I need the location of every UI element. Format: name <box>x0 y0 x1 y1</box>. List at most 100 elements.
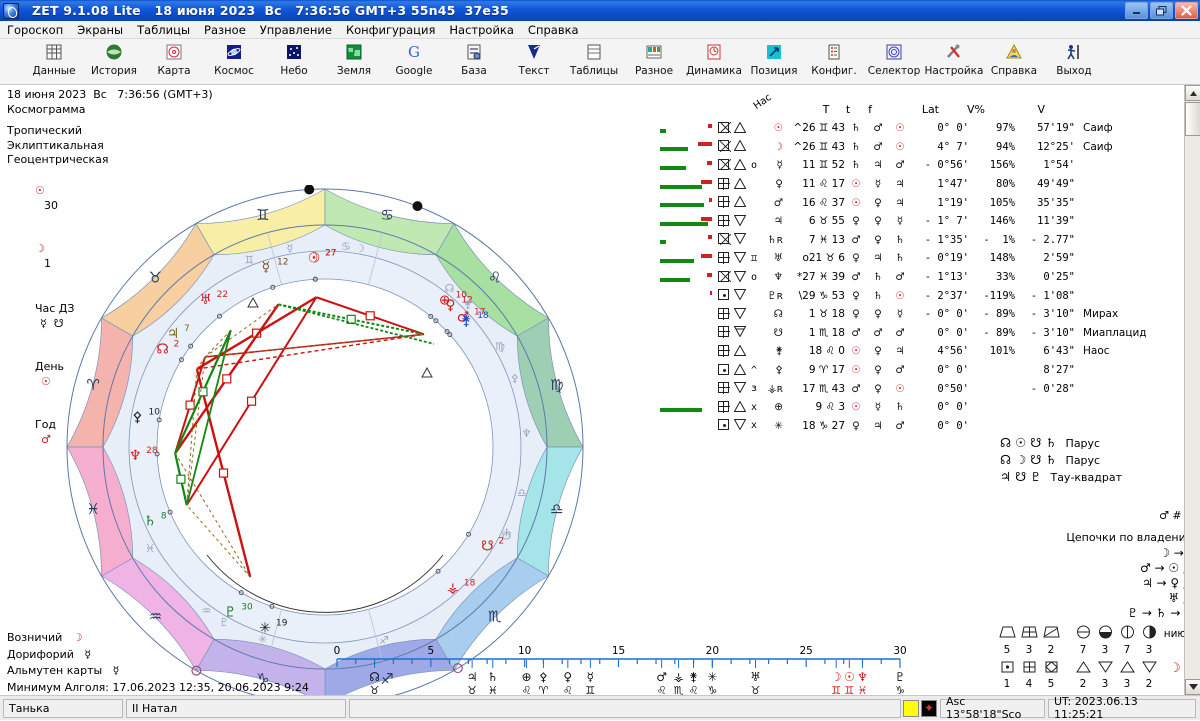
dispositor-chain-row: ♃ → ♀ ⤴ <box>1141 576 1195 590</box>
taskbar-item-natal[interactable]: II Натал <box>126 698 346 718</box>
outer-ring-glyph: ☊ <box>444 282 454 295</box>
menu-item-goroskop[interactable]: Гороскоп <box>0 22 70 38</box>
ruler-planet-marker[interactable]: ✳♑ <box>707 670 717 697</box>
toolbar-button-chart-wheel[interactable]: Карта <box>144 39 204 83</box>
figure-name: Тау-квадрат <box>1050 471 1123 484</box>
table-row[interactable]: ɜ ⚶ʀ 17 ♏ 43 ♂ ♀ ☉ 0°50' - 0'28" <box>660 379 1155 398</box>
toolbar-button-tables[interactable]: Таблицы <box>564 39 624 83</box>
aspect-direction-icon <box>732 289 747 302</box>
toolbar-button-help-person[interactable]: Справка <box>984 39 1044 83</box>
ruler-planet-marker[interactable]: ⚶♏ <box>673 670 683 697</box>
toolbar-button-text-pen[interactable]: Текст <box>504 39 564 83</box>
table-row[interactable]: x ✳ 18 ♑ 27 ♀ ♃ ♂ 0° 0' <box>660 417 1155 436</box>
toolbar-button-settings-tools[interactable]: Настройка <box>924 39 984 83</box>
latitude-value: - 0°56' <box>924 159 969 172</box>
ruler-planet-marker[interactable]: ☊♉ <box>369 670 380 697</box>
toolbar-button-label: Справка <box>990 65 1038 77</box>
ruler-planet-marker[interactable]: ⚴♈ <box>538 670 548 697</box>
menu-item-raznoe[interactable]: Разное <box>197 22 253 38</box>
scroll-down-button[interactable] <box>1185 679 1200 695</box>
planet-position: o21 ♉ 6 <box>802 252 845 265</box>
ruler-planet-marker[interactable]: ♄♓ <box>487 670 498 697</box>
menu-item-spravka[interactable]: Справка <box>521 22 586 38</box>
planet-positions-table[interactable]: Нас T t f Lat V% V ☉ ^26 ♊ 43 ♄ ♂ ☉ 0° 0' 97% 5… <box>660 92 1155 436</box>
velocity-value: 1°54' <box>1043 159 1075 172</box>
chains-list: ☽ → ☿ ♂ → ☉ ⤴ ♃ → ♀ ⤴ ♅ ⤴ ♇ → ♄ → ♆ <box>1000 546 1195 621</box>
ruler-T: ♀ <box>852 252 860 265</box>
table-row[interactable]: ♊ ♅ o21 ♉ 6 ♀ ♃ ♄ - 0°19' 148% 2'59" <box>660 249 1155 268</box>
taskbar-item-tanka[interactable]: Танька <box>3 698 123 718</box>
toolbar-button-dynamics-clock[interactable]: Динамика <box>684 39 744 83</box>
menu-item-tablitsy[interactable]: Таблицы <box>130 22 197 38</box>
toolbar-button-google-g[interactable]: G Google <box>384 39 444 83</box>
table-row[interactable]: ♇ʀ \29 ♑ 53 ♀ ♄ ☉ - 2°37' -119% - 1'08" <box>660 286 1155 305</box>
configuration-figure[interactable]: ♃ ☋ ♇ Тау-квадрат <box>1000 469 1195 486</box>
table-row[interactable]: ☽ ^26 ♊ 43 ♄ ♂ ☉ 4° 7' 94% 12°25' Саиф <box>660 138 1155 157</box>
minimize-button[interactable] <box>1125 2 1148 19</box>
ruler-planet-marker[interactable]: ♆♓ <box>857 670 868 697</box>
close-button[interactable] <box>1175 2 1198 19</box>
aspect-direction-icon <box>732 140 747 153</box>
outer-ring-glyph: ♍ <box>495 340 505 353</box>
vertical-scrollbar[interactable] <box>1184 85 1200 695</box>
ruler-planet-marker[interactable]: ♂♌ <box>656 670 667 697</box>
toolbar-button-table-data[interactable]: Данные <box>24 39 84 83</box>
toolbar-button-database[interactable]: База <box>444 39 504 83</box>
figure-name: Парус <box>1065 437 1101 450</box>
configuration-figure[interactable]: ☊ ☽ ☋ ♄ Парус <box>1000 452 1195 469</box>
toolbar-button-selector-spiral[interactable]: Селектор <box>864 39 924 83</box>
configuration-figure[interactable]: ☊ ☉ ☋ ♄ Парус <box>1000 435 1195 452</box>
degree-ruler[interactable]: 0 5 10 15 20 25 30 ☊ ♉ ♃ ♉ ♄ ♓ ⊕ ♌ ⚴ ♈ ♀ ♌ ☿ ♊ ♂ ♌ ⚶ ♏ ⚵ ♌ ✳ ♑ ♅ ♉ ☽ ♊ ☉ ♊… <box>325 633 915 697</box>
latitude-value: - 2°37' <box>924 289 969 302</box>
toolbar-button-label: Конфиг. <box>811 65 857 77</box>
toolbar-button-misc[interactable]: Разное <box>624 39 684 83</box>
menu-item-upravlenie[interactable]: Управление <box>253 22 339 38</box>
table-row[interactable]: ☉ ^26 ♊ 43 ♄ ♂ ☉ 0° 0' 97% 57'19" Саиф <box>660 119 1155 138</box>
table-row[interactable]: o ♆ *27 ♓ 39 ♂ ♄ ♂ - 1°13' 33% 0'25" <box>660 268 1155 287</box>
ruler-planet-marker[interactable]: ☿♊ <box>585 670 595 697</box>
table-row[interactable]: ♄ʀ 7 ♓ 13 ♂ ♀ ♄ - 1°35' - 1% - 2.77" <box>660 231 1155 250</box>
ruler-f: ☉ <box>895 140 905 153</box>
outer-ring-glyph: ⚵ <box>464 298 472 311</box>
ruler-planet-marker[interactable]: ⊕♌ <box>522 670 532 697</box>
scroll-up-button[interactable] <box>1185 85 1200 101</box>
table-row[interactable]: ⚵ 18 ♌ 0 ☉ ♀ ♃ 4°56' 101% 6'43" Наос <box>660 342 1155 361</box>
menu-item-konfiguratsiya[interactable]: Конфигурация <box>339 22 442 38</box>
menu-item-ekrany[interactable]: Экраны <box>70 22 130 38</box>
aspect-strength-bar <box>660 401 712 414</box>
ruler-planet-marker[interactable]: ♅♉ <box>750 670 761 697</box>
ruler-planet-marker[interactable]: ☉♊ <box>844 670 855 697</box>
menu-item-nastroyka[interactable]: Настройка <box>442 22 521 38</box>
toolbar-button-history-globe[interactable]: История <box>84 39 144 83</box>
vozhichiy-value: ☽ <box>72 631 83 644</box>
table-row[interactable]: ☋ 1 ♏ 18 ♂ ♂ ♂ 0° 0' - 89% - 3'10" Миаплацид <box>660 324 1155 343</box>
toolbar-button-earth-map[interactable]: Земля <box>324 39 384 83</box>
aspect-direction-icon <box>732 214 747 228</box>
restore-button[interactable] <box>1150 2 1173 19</box>
velocity-percent-value: 97% <box>996 122 1015 135</box>
table-row[interactable]: ♂ 16 ♌ 37 ☉ ♀ ♃ 1°19' 105% 35'35" <box>660 193 1155 212</box>
toolbar-button-exit-person[interactable]: Выход <box>1044 39 1104 83</box>
color-swatch-black[interactable]: ✦ <box>921 699 937 717</box>
table-row[interactable]: o ☿ 11 ♊ 52 ♄ ♃ ♂ - 0°56' 156% 1°54' <box>660 156 1155 175</box>
ruler-planet-marker[interactable]: ⚵♌ <box>689 670 699 697</box>
svg-text:✳: ✳ <box>707 670 717 684</box>
ruler-tick-label: 25 <box>799 645 812 657</box>
table-row[interactable]: ♀ 11 ♌ 17 ☉ ☿ ♃ 1°47' 80% 49'49" <box>660 175 1155 194</box>
table-row[interactable]: x ⊕ 9 ♌ 3 ☉ ☿ ♄ 0° 0' <box>660 398 1155 417</box>
toolbar-button-sky-stars[interactable]: Небо <box>264 39 324 83</box>
color-swatch-yellow[interactable] <box>903 699 919 717</box>
ruler-planet-marker[interactable]: ☽♊ <box>831 670 842 697</box>
ruler-planet-marker[interactable]: ♃♉ <box>467 670 478 697</box>
table-row[interactable]: ^ ⚴ 9 ♈ 17 ☉ ♀ ♂ 0° 0' 8'27" <box>660 361 1155 380</box>
toolbar-button-position-arrow[interactable]: Позиция <box>744 39 804 83</box>
toolbar-button-config-list[interactable]: Конфиг. <box>804 39 864 83</box>
toolbar-button-label: Небо <box>280 65 308 77</box>
ruler-planet-marker[interactable]: ♇♑ <box>895 670 906 697</box>
table-row[interactable]: ♃ 6 ♉ 55 ♀ ♀ ☿ - 1° 7' 146% 11'39" <box>660 212 1155 231</box>
ruler-planet-marker[interactable]: ♀♌ <box>563 670 573 697</box>
scrollbar-thumb[interactable] <box>1185 102 1200 136</box>
outer-ring-glyph: ⚴ <box>511 372 519 385</box>
table-row[interactable]: ☊ 1 ♉ 18 ♀ ♀ ☿ - 0° 0' - 89% - 3'10" Мирах <box>660 305 1155 324</box>
toolbar-button-cosmos-planet[interactable]: Космос <box>204 39 264 83</box>
